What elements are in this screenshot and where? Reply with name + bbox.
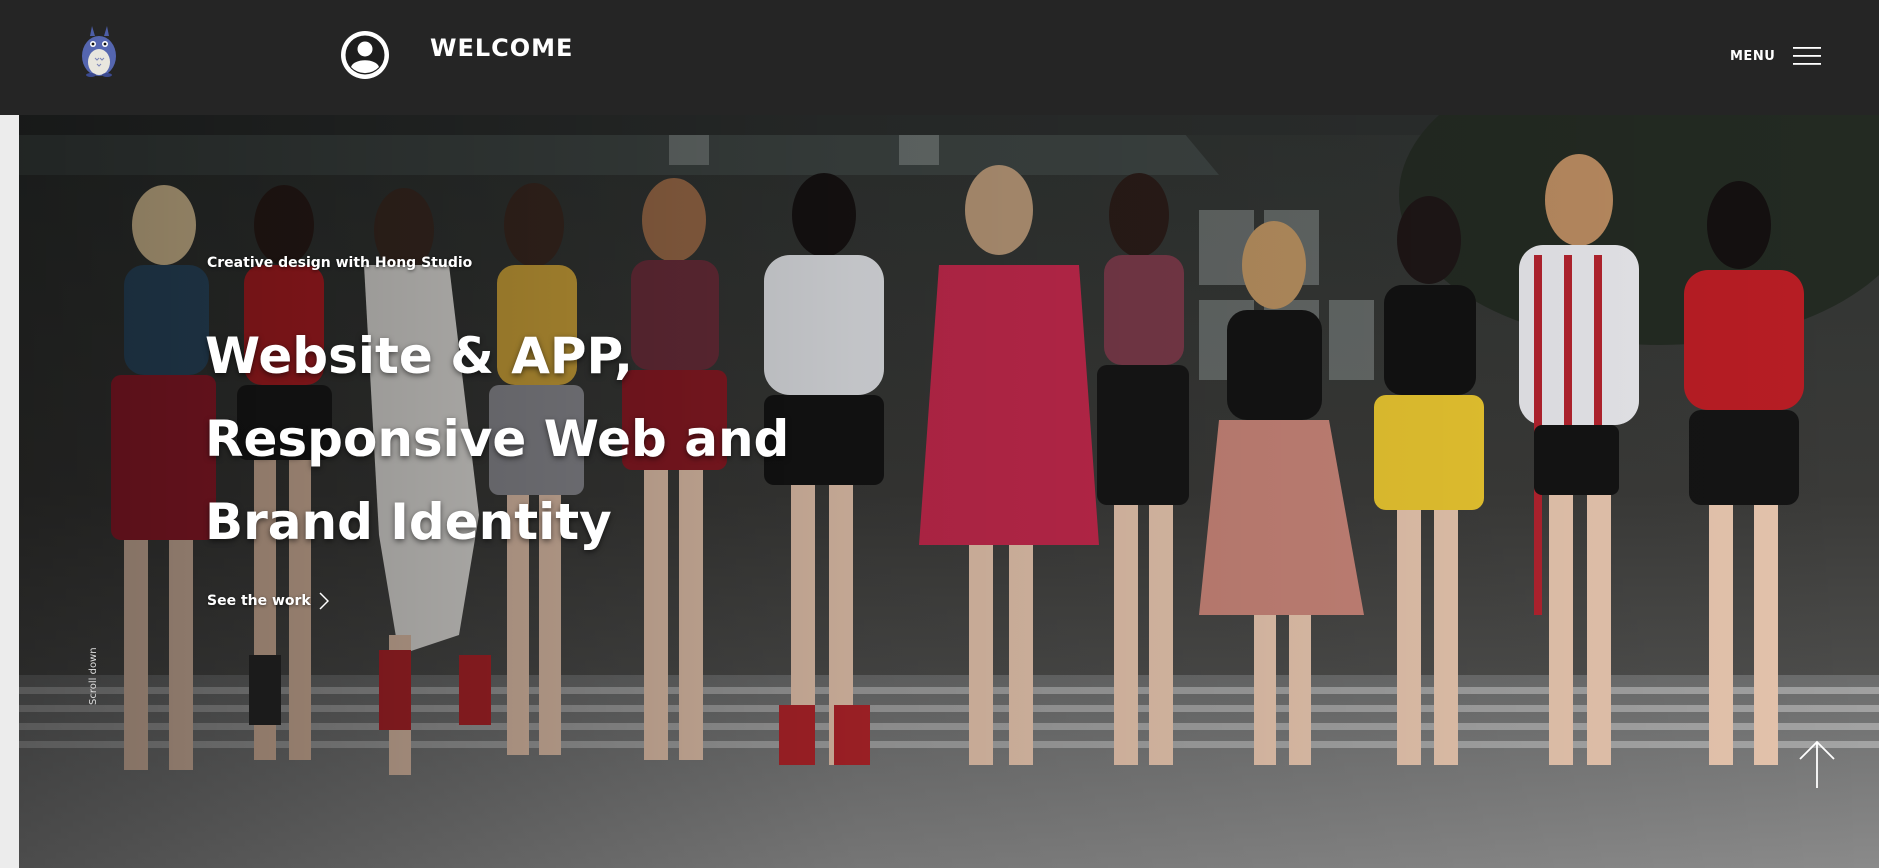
scroll-down-link[interactable]: Scroll down xyxy=(88,647,99,705)
welcome-text: WELCOME xyxy=(430,34,574,62)
menu-button[interactable]: MENU xyxy=(1730,42,1822,70)
hero-eyebrow: Creative design with Hong Studio xyxy=(207,255,473,271)
arrow-up-icon[interactable] xyxy=(1797,740,1837,790)
menu-label: MENU xyxy=(1730,48,1776,64)
hamburger-icon xyxy=(1793,47,1822,65)
site-header: WELCOME MENU xyxy=(0,0,1879,115)
see-the-work-label: See the work xyxy=(207,593,311,609)
hero-headline: Website & APP, Responsive Web and Brand … xyxy=(205,315,789,564)
headline-line: Brand Identity xyxy=(205,493,612,551)
see-the-work-link[interactable]: See the work xyxy=(207,592,329,610)
headline-line: Website & APP, xyxy=(205,327,634,385)
totoro-mascot-icon[interactable] xyxy=(76,24,122,78)
hero-section: Creative design with Hong Studio Website… xyxy=(19,115,1879,868)
chevron-right-icon xyxy=(319,592,329,610)
headline-line: Responsive Web and xyxy=(205,410,790,468)
user-circle-icon[interactable] xyxy=(339,29,391,81)
